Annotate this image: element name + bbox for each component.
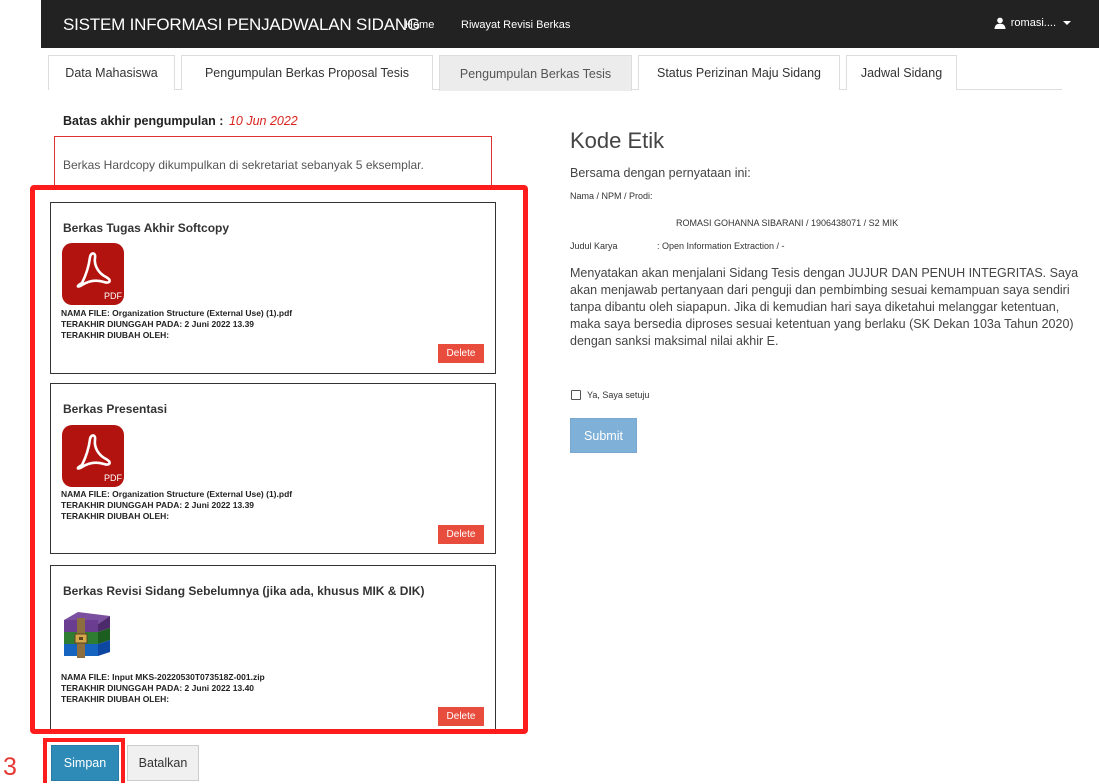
- submit-button[interactable]: Submit: [570, 418, 637, 453]
- chevron-down-icon: [1063, 21, 1071, 25]
- nav-home-link[interactable]: Home: [405, 19, 434, 31]
- deadline-label: Batas akhir pengumpulan : 10 Jun 2022: [63, 114, 298, 128]
- name-npm-label: Nama / NPM / Prodi:: [570, 191, 653, 201]
- name-npm-value: ROMASI GOHANNA SIBARANI / 1906438071 / S…: [676, 218, 899, 228]
- annotation-step-number: 3: [3, 753, 17, 781]
- agree-checkbox-row[interactable]: Ya, Saya setuju: [571, 390, 649, 400]
- save-button[interactable]: Simpan: [51, 745, 119, 781]
- user-name: romasi....: [1010, 17, 1056, 29]
- user-menu[interactable]: romasi....: [994, 17, 1071, 29]
- deadline-date: 10 Jun 2022: [228, 114, 298, 128]
- hardcopy-note: Berkas Hardcopy dikumpulkan di sekretari…: [63, 158, 424, 172]
- deadline-text: Batas akhir pengumpulan :: [63, 114, 224, 128]
- user-icon: [994, 17, 1006, 29]
- agree-checkbox[interactable]: [571, 390, 581, 400]
- agree-label: Ya, Saya setuju: [587, 390, 650, 400]
- files-highlight-box: [30, 185, 528, 734]
- kode-etik-title: Kode Etik: [570, 128, 665, 153]
- cancel-button[interactable]: Batalkan: [127, 745, 199, 781]
- kode-etik-intro: Bersama dengan pernyataan ini:: [570, 166, 751, 180]
- nav-riwayat-link[interactable]: Riwayat Revisi Berkas: [461, 19, 570, 31]
- app-brand[interactable]: SISTEM INFORMASI PENJADWALAN SIDANG: [63, 15, 420, 35]
- tab-status-perizinan[interactable]: Status Perizinan Maju Sidang: [638, 55, 840, 90]
- top-navbar: SISTEM INFORMASI PENJADWALAN SIDANG Home…: [41, 0, 1099, 48]
- judul-value: : Open Information Extraction / -: [657, 241, 785, 251]
- tab-data-mahasiswa[interactable]: Data Mahasiswa: [48, 55, 175, 90]
- judul-label: Judul Karya: [570, 241, 618, 251]
- ethics-statement: Menyatakan akan menjalani Sidang Tesis d…: [570, 266, 1079, 348]
- tab-jadwal-sidang[interactable]: Jadwal Sidang: [846, 55, 957, 90]
- tab-berkas-proposal[interactable]: Pengumpulan Berkas Proposal Tesis: [181, 55, 433, 90]
- tab-bar: Data Mahasiswa Pengumpulan Berkas Propos…: [48, 55, 1062, 91]
- tab-berkas-tesis[interactable]: Pengumpulan Berkas Tesis: [439, 55, 632, 91]
